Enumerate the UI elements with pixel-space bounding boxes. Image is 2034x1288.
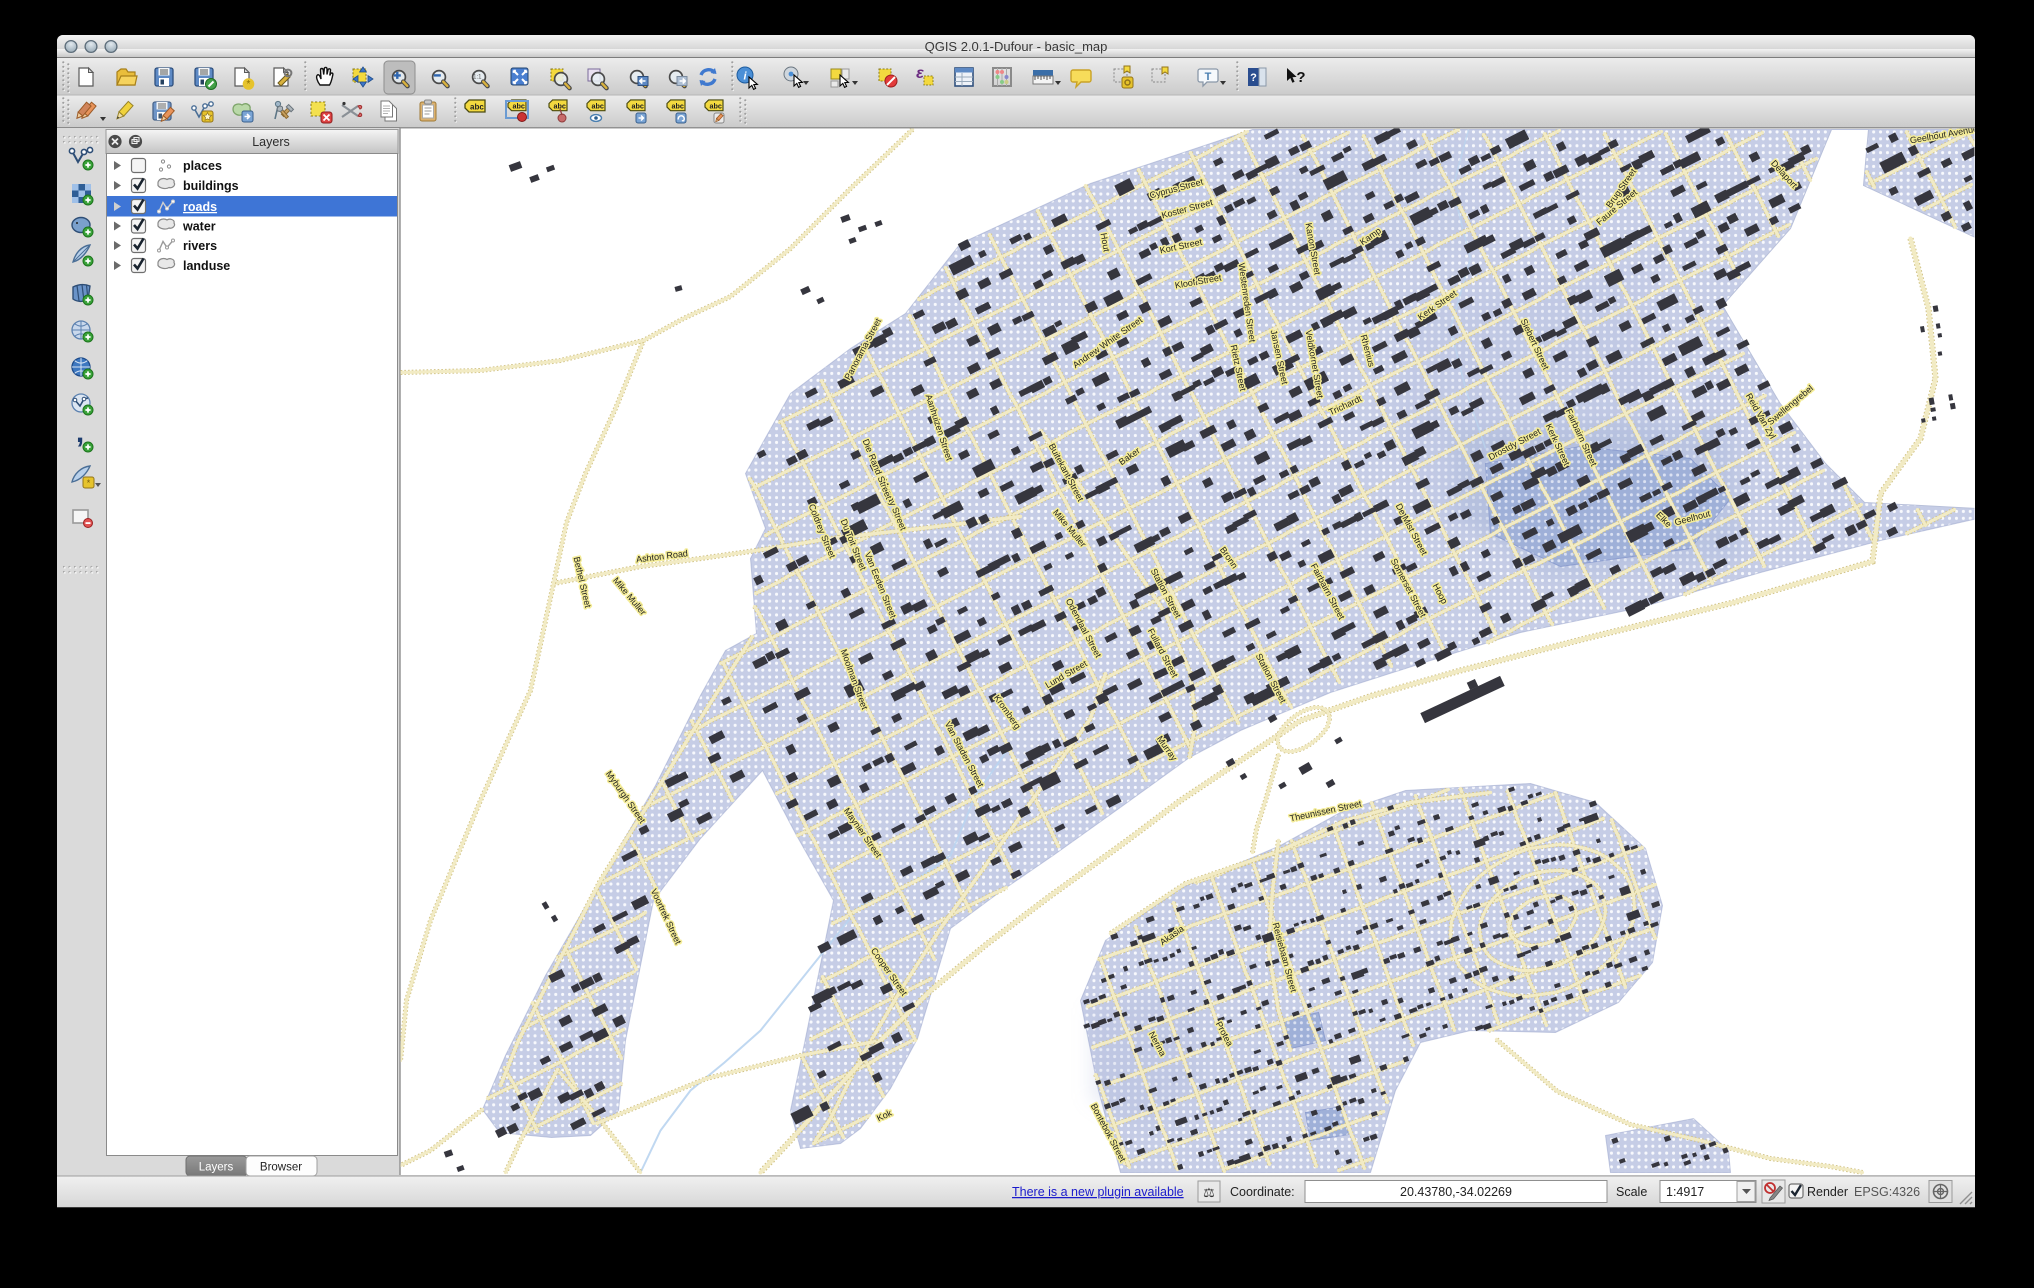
svg-text:water: water bbox=[182, 220, 216, 234]
svg-text:Browser: Browser bbox=[260, 1162, 302, 1174]
svg-text:?: ? bbox=[1250, 72, 1257, 84]
svg-text:Scale: Scale bbox=[1616, 1185, 1647, 1199]
svg-text:1:4917: 1:4917 bbox=[1666, 1185, 1704, 1199]
svg-text:Render: Render bbox=[1807, 1185, 1848, 1199]
svg-text:Coordinate:: Coordinate: bbox=[1230, 1185, 1295, 1199]
svg-text:QGIS 2.0.1-Dufour - basic_map: QGIS 2.0.1-Dufour - basic_map bbox=[925, 39, 1108, 54]
svg-text:rivers: rivers bbox=[183, 239, 217, 253]
svg-text:buildings: buildings bbox=[183, 179, 239, 193]
svg-text:⚖: ⚖ bbox=[1203, 1185, 1215, 1200]
svg-text:*: * bbox=[87, 478, 91, 488]
svg-text:Layers: Layers bbox=[252, 135, 290, 149]
svg-text:20.43780,-34.02269: 20.43780,-34.02269 bbox=[1400, 1185, 1512, 1199]
svg-text:T: T bbox=[1205, 71, 1212, 83]
svg-text:1:1: 1:1 bbox=[473, 75, 482, 81]
svg-text:?: ? bbox=[1296, 69, 1305, 86]
svg-text:EPSG:4326: EPSG:4326 bbox=[1854, 1185, 1920, 1199]
svg-text:places: places bbox=[183, 159, 222, 173]
svg-text:*: * bbox=[247, 79, 251, 90]
svg-text:ε: ε bbox=[916, 65, 924, 82]
svg-text:Layers: Layers bbox=[199, 1162, 234, 1174]
svg-text:landuse: landuse bbox=[183, 259, 230, 273]
svg-text:,: , bbox=[76, 416, 84, 449]
svg-text:roads: roads bbox=[183, 200, 217, 214]
svg-text:There is a new plugin availabl: There is a new plugin available bbox=[1012, 1185, 1184, 1199]
